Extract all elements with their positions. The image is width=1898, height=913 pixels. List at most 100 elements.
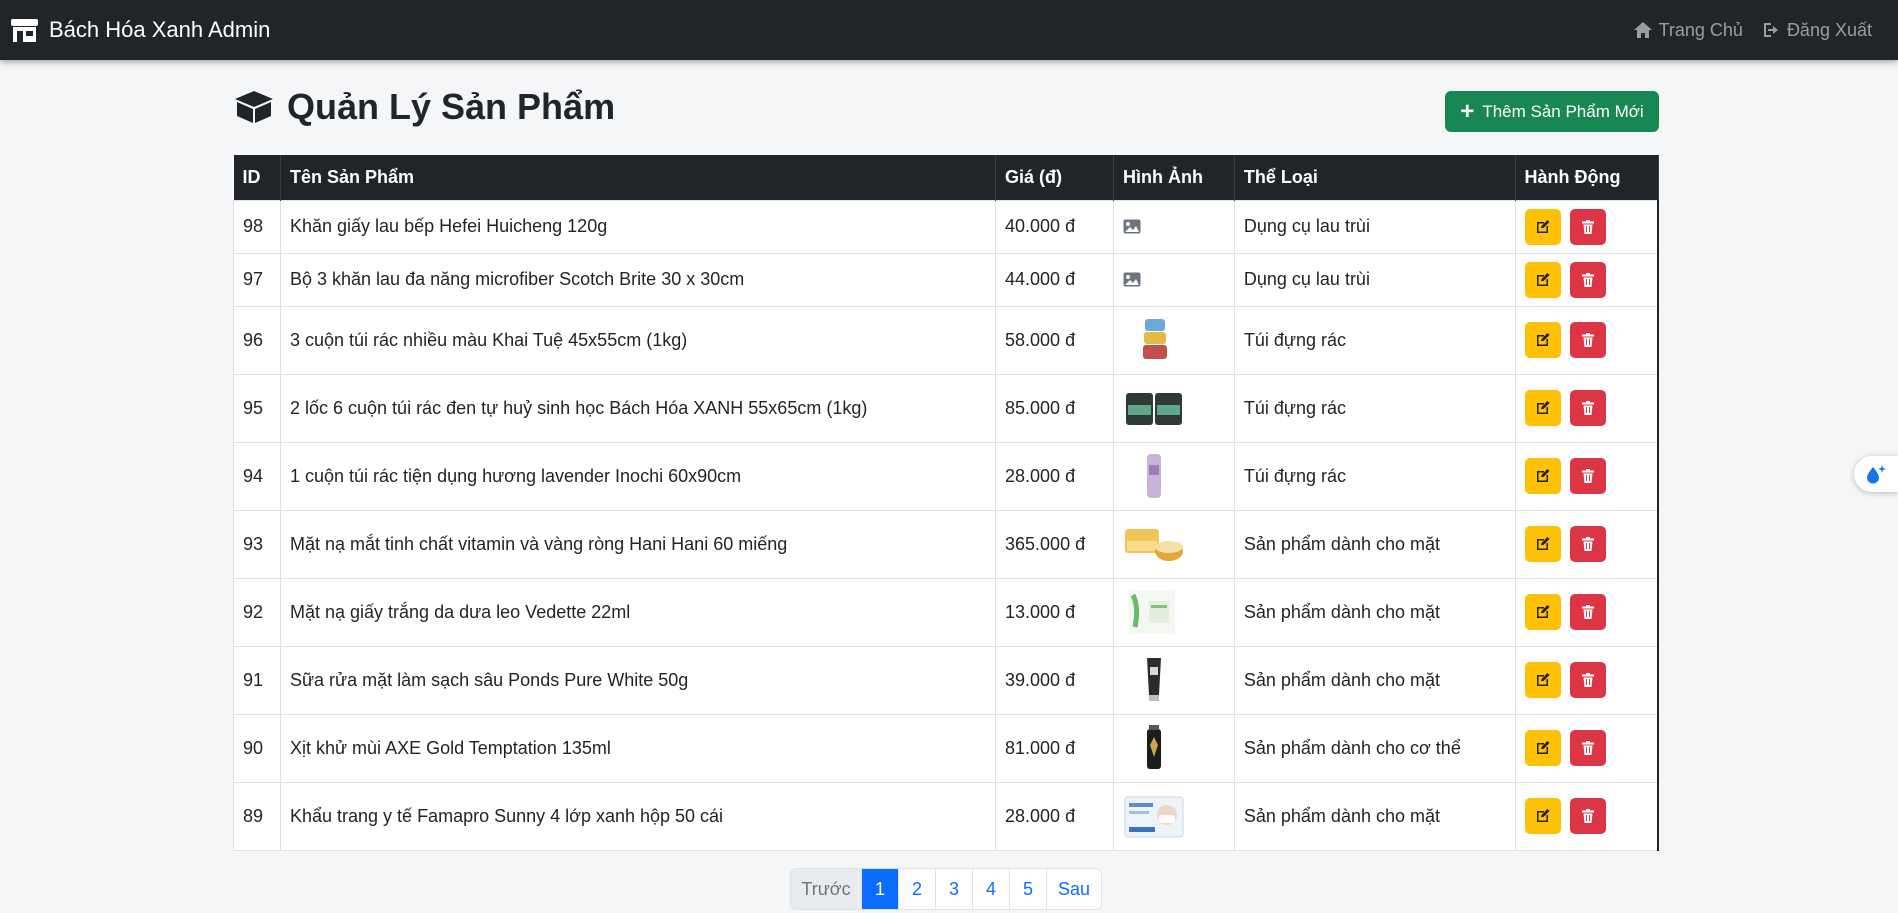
- store-icon: [11, 18, 38, 42]
- edit-button[interactable]: [1524, 730, 1561, 766]
- cell-image: [1112, 509, 1235, 579]
- delete-button[interactable]: [1569, 261, 1606, 298]
- cell-actions: [1514, 781, 1659, 851]
- cell-price: 39.000 đ: [995, 645, 1114, 715]
- table-row: 98 Khăn giấy lau bếp Hefei Huicheng 120g…: [233, 199, 1659, 254]
- header-id: ID: [233, 155, 281, 200]
- pagination-next[interactable]: Sau: [1046, 869, 1101, 909]
- header-category: Thể Loại: [1234, 155, 1516, 200]
- trash-icon: [1581, 333, 1594, 347]
- cell-price: 40.000 đ: [995, 199, 1114, 254]
- image-placeholder-icon: [1123, 272, 1141, 287]
- cell-name: 1 cuộn túi rác tiện dụng hương lavender …: [279, 441, 997, 511]
- edit-button[interactable]: [1524, 390, 1561, 426]
- cell-category: Sản phẩm dành cho mặt: [1233, 645, 1516, 715]
- cell-image: [1112, 305, 1235, 375]
- edit-icon: [1536, 333, 1550, 346]
- home-link[interactable]: Trang Chủ: [1633, 20, 1743, 41]
- cell-name: Sữa rửa mặt làm sạch sâu Ponds Pure Whit…: [279, 645, 997, 715]
- brand[interactable]: Bách Hóa Xanh Admin: [10, 17, 270, 43]
- cell-category: Dụng cụ lau trùi: [1233, 199, 1516, 254]
- cell-actions: [1514, 252, 1659, 307]
- cell-image: [1112, 199, 1235, 254]
- floating-extension-widget[interactable]: [1854, 456, 1898, 492]
- edit-icon: [1536, 401, 1550, 414]
- cell-image: [1112, 252, 1235, 307]
- delete-button[interactable]: [1569, 458, 1606, 494]
- cell-actions: [1514, 713, 1659, 783]
- cell-price: 28.000 đ: [995, 441, 1114, 511]
- table-row: 89 Khẩu trang y tế Famapro Sunny 4 lớp x…: [233, 781, 1659, 851]
- pagination-page-1[interactable]: 1: [861, 869, 898, 909]
- product-thumbnail: [1124, 529, 1183, 561]
- edit-button[interactable]: [1524, 208, 1561, 245]
- cell-image: [1112, 781, 1235, 851]
- pagination-page-5[interactable]: 5: [1009, 869, 1046, 909]
- table-row: 92 Mặt nạ giấy trắng da dưa leo Vedette …: [233, 577, 1659, 647]
- edit-button[interactable]: [1524, 322, 1561, 358]
- edit-button[interactable]: [1524, 526, 1561, 562]
- edit-button[interactable]: [1524, 594, 1561, 630]
- delete-button[interactable]: [1569, 798, 1606, 834]
- header-image: Hình Ảnh: [1113, 155, 1235, 200]
- box-icon: [235, 91, 273, 123]
- trash-icon: [1581, 605, 1594, 619]
- delete-button[interactable]: [1569, 730, 1606, 766]
- pagination-page-3[interactable]: 3: [935, 869, 972, 909]
- cell-image: [1112, 713, 1235, 783]
- delete-button[interactable]: [1569, 526, 1606, 562]
- cell-actions: [1514, 373, 1659, 443]
- products-table: ID Tên Sản Phẩm Giá (đ) Hình Ảnh Thể Loạ…: [233, 155, 1659, 851]
- cell-price: 365.000 đ: [995, 509, 1114, 579]
- cell-price: 13.000 đ: [995, 577, 1114, 647]
- top-navbar: Bách Hóa Xanh Admin Trang Chủ Đăng Xuất: [0, 0, 1898, 60]
- edit-icon: [1536, 219, 1550, 233]
- pagination-prev[interactable]: Trước: [791, 869, 861, 909]
- cell-actions: [1514, 645, 1659, 715]
- cell-actions: [1514, 577, 1659, 647]
- cell-name: Mặt nạ mắt tinh chất vitamin và vàng ròn…: [279, 509, 997, 579]
- cell-id: 91: [233, 645, 281, 715]
- cell-name: Mặt nạ giấy trắng da dưa leo Vedette 22m…: [279, 577, 997, 647]
- product-thumbnail: [1125, 393, 1182, 425]
- product-thumbnail: [1146, 725, 1161, 769]
- plus-icon: +: [1460, 97, 1475, 125]
- pagination-page-4[interactable]: 4: [972, 869, 1009, 909]
- cell-category: Sản phẩm dành cho cơ thể: [1233, 713, 1516, 783]
- cell-id: 90: [233, 713, 281, 783]
- edit-button[interactable]: [1524, 261, 1561, 298]
- delete-button[interactable]: [1569, 322, 1606, 358]
- table-row: 90 Xịt khử mùi AXE Gold Temptation 135ml…: [233, 713, 1659, 783]
- delete-button[interactable]: [1569, 662, 1606, 698]
- cell-id: 92: [233, 577, 281, 647]
- add-product-button[interactable]: + Thêm Sản Phẩm Mới: [1445, 91, 1659, 132]
- product-thumbnail: [1146, 454, 1161, 498]
- edit-icon: [1536, 605, 1550, 618]
- cell-actions: [1514, 441, 1659, 511]
- edit-icon: [1536, 537, 1550, 550]
- cell-id: 93: [233, 509, 281, 579]
- image-placeholder-icon: [1123, 219, 1141, 234]
- delete-button[interactable]: [1569, 390, 1606, 426]
- delete-button[interactable]: [1569, 208, 1606, 245]
- cell-name: 2 lốc 6 cuộn túi rác đen tự huỷ sinh học…: [279, 373, 997, 443]
- edit-button[interactable]: [1524, 662, 1561, 698]
- cell-name: Khẩu trang y tế Famapro Sunny 4 lớp xanh…: [279, 781, 997, 851]
- logout-link-label: Đăng Xuất: [1786, 19, 1872, 40]
- edit-button[interactable]: [1524, 798, 1561, 834]
- product-thumbnail: [1124, 796, 1184, 838]
- logout-link[interactable]: Đăng Xuất: [1761, 20, 1872, 41]
- delete-button[interactable]: [1569, 594, 1606, 630]
- product-thumbnail: [1128, 590, 1175, 634]
- edit-button[interactable]: [1524, 458, 1561, 494]
- pagination: Trước 1 2 3 4 5 Sau: [790, 868, 1102, 910]
- edit-icon: [1536, 272, 1550, 286]
- cell-actions: [1514, 305, 1659, 375]
- edit-icon: [1536, 809, 1550, 822]
- home-link-label: Trang Chủ: [1658, 19, 1743, 40]
- cell-category: Sản phẩm dành cho mặt: [1233, 577, 1516, 647]
- pagination-page-2[interactable]: 2: [898, 869, 935, 909]
- header-actions: Hành Động: [1515, 155, 1659, 200]
- water-drop-sparkle-icon: [1867, 465, 1886, 484]
- table-row: 95 2 lốc 6 cuộn túi rác đen tự huỷ sinh …: [233, 373, 1659, 443]
